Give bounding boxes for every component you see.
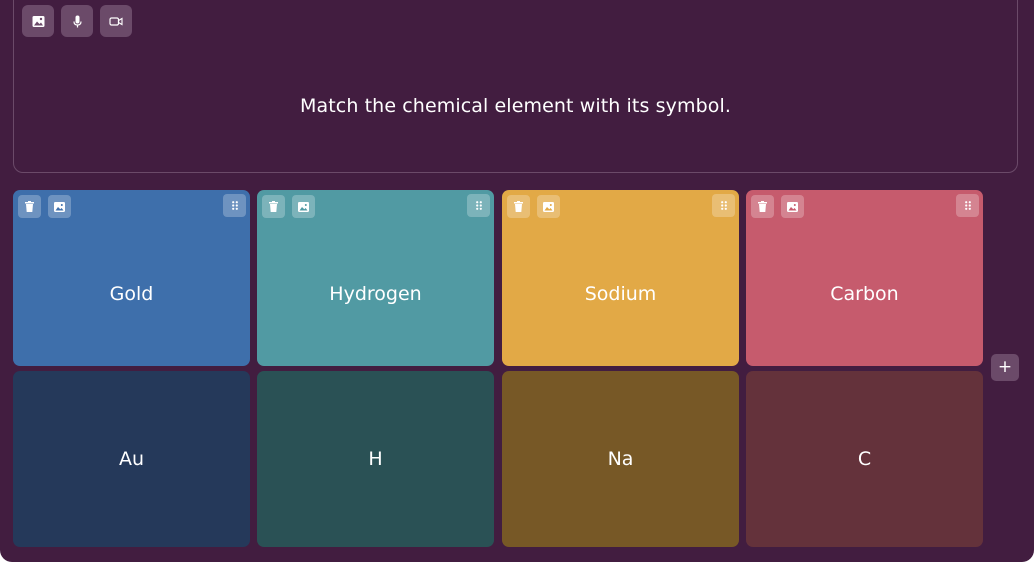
add-image-button[interactable]	[537, 195, 560, 218]
card-toolbar	[262, 195, 315, 218]
trash-icon	[25, 201, 34, 212]
add-audio-button[interactable]	[61, 5, 93, 37]
match-label: Na	[607, 448, 634, 470]
question-box[interactable]: Match the chemical element with its symb…	[13, 0, 1018, 173]
add-image-button[interactable]	[22, 5, 54, 37]
microphone-icon	[71, 15, 84, 28]
term-card[interactable]: Gold	[13, 190, 250, 366]
question-media-toolbar	[22, 5, 132, 37]
drag-handle-icon	[964, 201, 971, 210]
delete-button[interactable]	[507, 195, 530, 218]
drag-handle-icon	[720, 201, 727, 210]
delete-button[interactable]	[18, 195, 41, 218]
term-label: Sodium	[584, 283, 657, 305]
match-label: C	[857, 448, 872, 470]
card-toolbar	[507, 195, 560, 218]
trash-icon	[514, 201, 523, 212]
card-toolbar	[18, 195, 71, 218]
term-card[interactable]: Carbon	[746, 190, 983, 366]
drag-handle[interactable]	[956, 194, 979, 217]
delete-button[interactable]	[751, 195, 774, 218]
delete-button[interactable]	[262, 195, 285, 218]
trash-icon	[758, 201, 767, 212]
match-label: Au	[118, 448, 145, 470]
term-label: Carbon	[830, 283, 899, 305]
video-icon	[109, 15, 123, 28]
term-card[interactable]: Hydrogen	[257, 190, 494, 366]
card-toolbar	[751, 195, 804, 218]
image-icon	[32, 15, 45, 28]
image-icon	[54, 201, 65, 212]
question-text[interactable]: Match the chemical element with its symb…	[14, 95, 1017, 117]
match-card[interactable]: H	[257, 371, 494, 547]
question-editor: Match the chemical element with its symb…	[0, 0, 1034, 562]
image-icon	[543, 201, 554, 212]
image-icon	[298, 201, 309, 212]
term-label: Gold	[109, 283, 154, 305]
match-label: H	[368, 448, 383, 470]
drag-handle[interactable]	[712, 194, 735, 217]
match-card[interactable]: C	[746, 371, 983, 547]
drag-handle[interactable]	[223, 194, 246, 217]
add-video-button[interactable]	[100, 5, 132, 37]
add-image-button[interactable]	[48, 195, 71, 218]
match-card[interactable]: Na	[502, 371, 739, 547]
term-label: Hydrogen	[329, 283, 422, 305]
add-image-button[interactable]	[292, 195, 315, 218]
drag-handle-icon	[231, 201, 238, 210]
drag-handle[interactable]	[467, 194, 490, 217]
term-card[interactable]: Sodium	[502, 190, 739, 366]
trash-icon	[269, 201, 278, 212]
image-icon	[787, 201, 798, 212]
match-card[interactable]: Au	[13, 371, 250, 547]
add-pair-button[interactable]: +	[991, 354, 1019, 381]
drag-handle-icon	[475, 201, 482, 210]
add-image-button[interactable]	[781, 195, 804, 218]
